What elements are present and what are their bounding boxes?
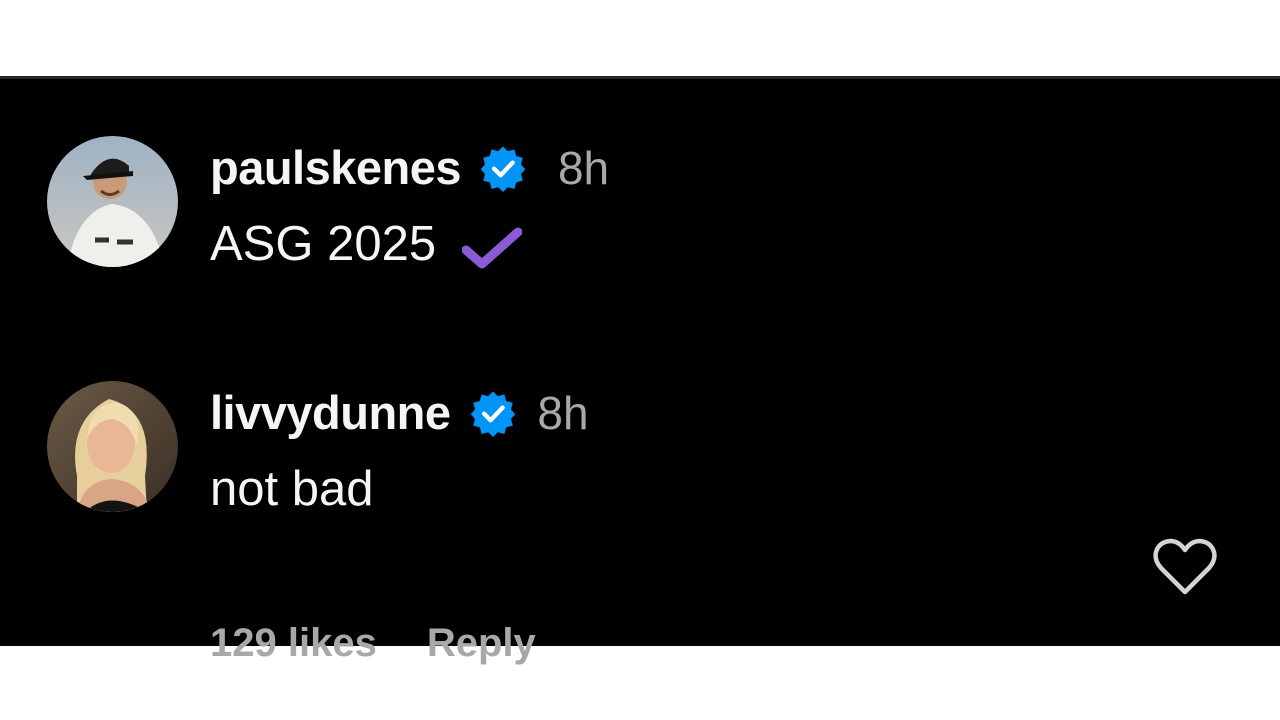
comment-body: not bad bbox=[210, 462, 374, 516]
username[interactable]: livvydunne bbox=[210, 385, 451, 440]
heart-outline-icon[interactable] bbox=[1152, 537, 1218, 597]
timestamp: 8h bbox=[537, 386, 589, 439]
verified-badge-icon bbox=[470, 390, 516, 437]
comment-header: paulskenes 8h bbox=[210, 140, 609, 210]
username[interactable]: paulskenes bbox=[210, 140, 462, 195]
likes-count[interactable]: 129 likes bbox=[210, 621, 377, 665]
comment-meta: 129 likes Reply bbox=[210, 621, 536, 666]
purple-check-emoji-icon bbox=[462, 227, 523, 269]
avatar[interactable] bbox=[47, 381, 178, 512]
comment-body: ASG 2025 bbox=[210, 217, 437, 271]
comment-text: ASG 2025 bbox=[210, 216, 523, 272]
avatar[interactable] bbox=[47, 136, 178, 267]
verified-badge-icon bbox=[481, 145, 526, 192]
reply-button[interactable]: Reply bbox=[427, 621, 536, 665]
timestamp: 8h bbox=[557, 141, 610, 194]
comments-panel: paulskenes 8h ASG 2025 livvydunne 8h not… bbox=[0, 76, 1280, 665]
comment-header: livvydunne 8h bbox=[210, 385, 589, 455]
comment-text: not bad bbox=[210, 461, 374, 517]
